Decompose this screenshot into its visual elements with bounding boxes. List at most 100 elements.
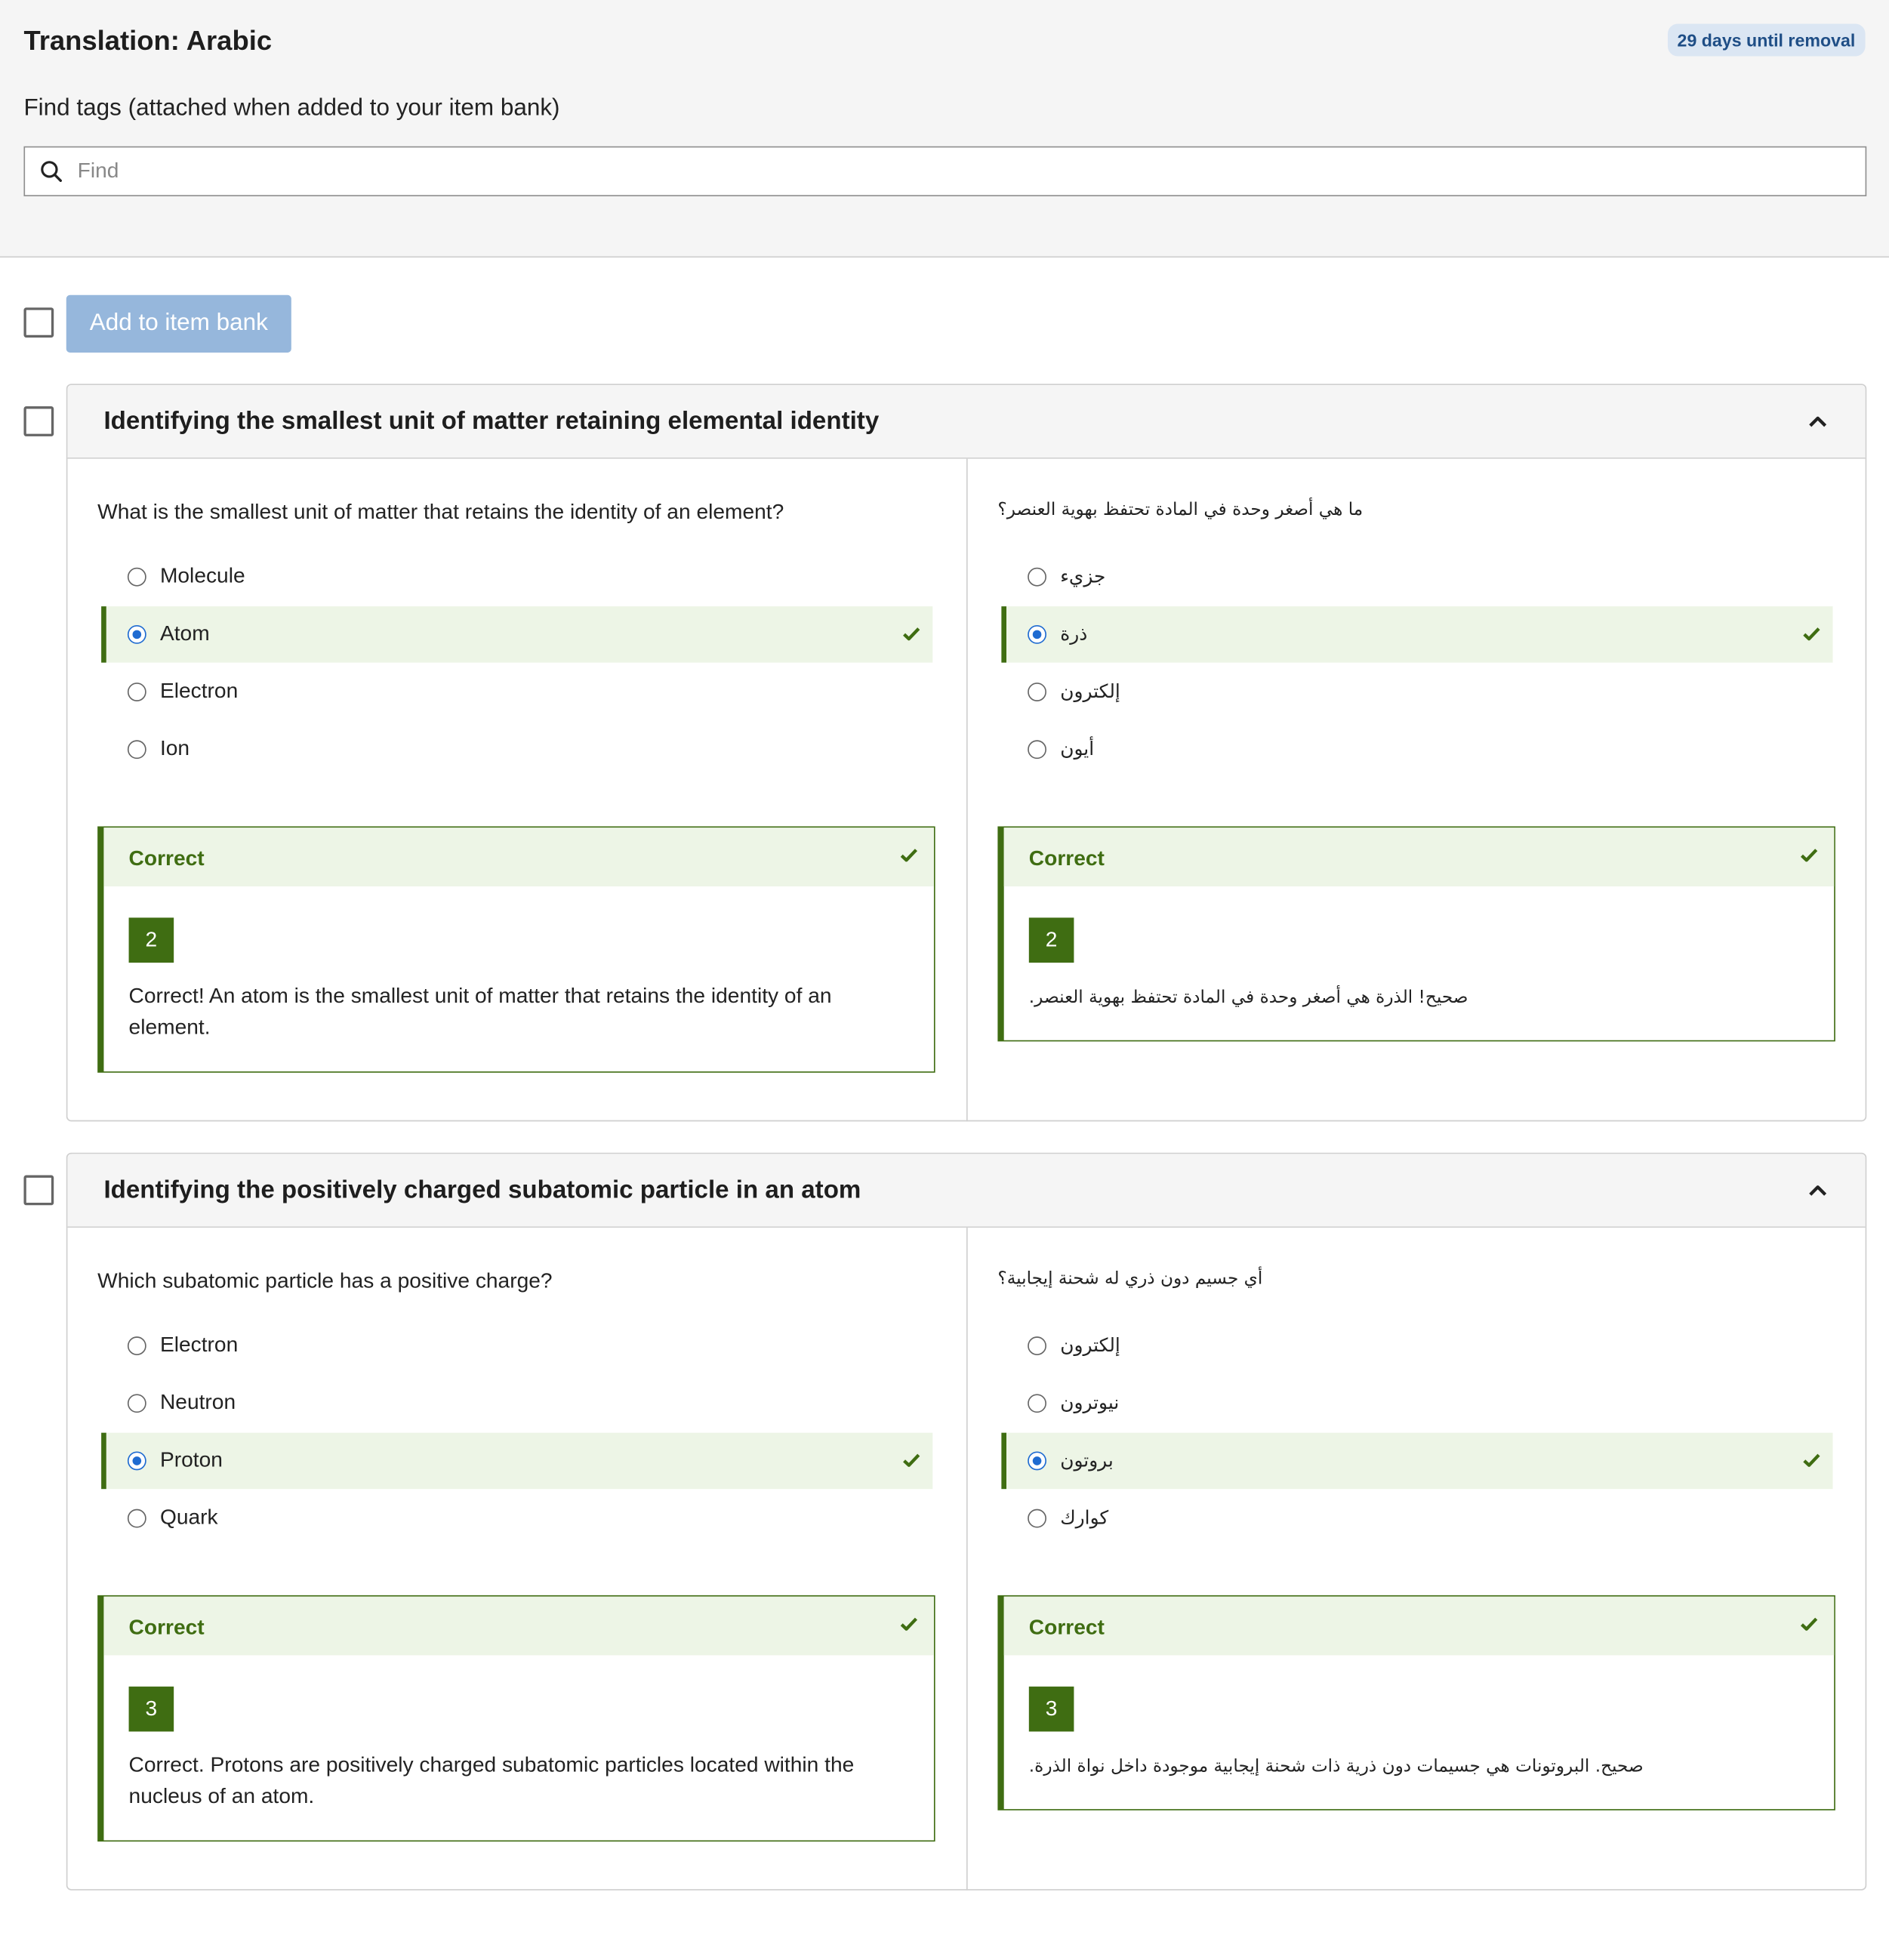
find-tags-field[interactable] — [23, 146, 1867, 196]
option-label: أيون — [1060, 737, 1095, 760]
radio-button[interactable] — [1028, 567, 1046, 587]
answer-option-correct[interactable]: ذرة — [1001, 606, 1833, 663]
chevron-up-icon[interactable] — [1807, 412, 1827, 427]
feedback-text: صحيح. البروتونات هي جسيمات دون ذرية ذات … — [1028, 1756, 1644, 1777]
checkmark-icon — [903, 625, 920, 641]
item-select-checkbox[interactable] — [23, 406, 54, 436]
item-title: Identifying the positively charged subat… — [103, 1176, 861, 1204]
option-label: Atom — [159, 621, 210, 646]
radio-button[interactable] — [1028, 1336, 1046, 1355]
radio-button[interactable] — [127, 1509, 146, 1528]
option-label: Ion — [159, 736, 190, 760]
radio-selected[interactable] — [127, 1451, 146, 1471]
radio-button[interactable] — [1028, 1509, 1046, 1528]
answer-option[interactable]: Electron — [101, 664, 932, 720]
option-label: جزيء — [1060, 565, 1106, 588]
item-header[interactable]: Identifying the smallest unit of matter … — [67, 385, 1866, 459]
radio-button[interactable] — [1028, 1394, 1046, 1413]
add-to-item-bank-button[interactable]: Add to item bank — [66, 294, 291, 353]
checkmark-icon — [903, 1451, 920, 1467]
source-column: What is the smallest unit of matter that… — [67, 459, 966, 1122]
question-text: What is the smallest unit of matter that… — [97, 500, 784, 524]
radio-button[interactable] — [1028, 740, 1046, 760]
item-header[interactable]: Identifying the positively charged subat… — [67, 1154, 1866, 1228]
header: Translation: Arabic 29 days until remova… — [0, 0, 1889, 258]
find-tags-label: Find tags (attached when added to your i… — [23, 94, 560, 122]
answer-option[interactable]: نيوترون — [1001, 1375, 1832, 1431]
option-label: كوارك — [1060, 1506, 1109, 1530]
question-text: Which subatomic particle has a positive … — [97, 1268, 553, 1293]
feedback-number-badge: 2 — [1028, 917, 1074, 963]
answer-option[interactable]: Quark — [101, 1490, 932, 1547]
answer-option[interactable]: أيون — [1001, 721, 1832, 778]
answer-option[interactable]: Ion — [101, 721, 932, 778]
option-label: Molecule — [159, 563, 245, 588]
question-text: ما هي أصغر وحدة في المادة تحتفظ بهوية ال… — [997, 500, 1364, 520]
feedback-title: Correct — [128, 846, 205, 871]
checkmark-icon — [1803, 1451, 1820, 1467]
answer-option[interactable]: Neutron — [101, 1375, 932, 1431]
option-label: إلكترون — [1060, 1333, 1120, 1357]
radio-selected[interactable] — [1028, 624, 1046, 644]
option-label: إلكترون — [1060, 680, 1120, 703]
radio-button[interactable] — [127, 1336, 146, 1355]
radio-selected[interactable] — [1028, 1451, 1046, 1471]
question-text: أي جسيم دون ذري له شحنة إيجابية؟ — [997, 1268, 1263, 1290]
feedback-number-badge: 2 — [128, 917, 174, 963]
source-column: Which subatomic particle has a positive … — [67, 1228, 966, 1891]
option-label: ذرة — [1060, 622, 1088, 646]
answer-option-correct[interactable]: بروتون — [1001, 1432, 1833, 1490]
chevron-up-icon[interactable] — [1807, 1182, 1827, 1197]
option-label: Electron — [159, 679, 239, 703]
page: Translation: Arabic 29 days until remova… — [0, 0, 1889, 1960]
radio-button[interactable] — [127, 1394, 146, 1413]
item-select-checkbox[interactable] — [23, 1175, 54, 1206]
item-columns: What is the smallest unit of matter that… — [67, 458, 1866, 1122]
answer-option[interactable]: Electron — [101, 1317, 932, 1374]
radio-button[interactable] — [127, 683, 146, 701]
item-card: Identifying the smallest unit of matter … — [66, 384, 1867, 1122]
feedback-header: Correct — [1003, 1596, 1835, 1656]
feedback-header: Correct — [103, 827, 934, 887]
answer-option[interactable]: Molecule — [101, 549, 932, 606]
checkmark-icon — [1803, 625, 1820, 641]
radio-selected[interactable] — [127, 624, 146, 644]
option-label: نيوترون — [1060, 1391, 1120, 1414]
answer-option-correct[interactable]: Proton — [101, 1432, 933, 1490]
translation-column: ما هي أصغر وحدة في المادة تحتفظ بهوية ال… — [966, 458, 1866, 1122]
answer-option[interactable]: إلكترون — [1001, 1317, 1832, 1374]
option-label: بروتون — [1060, 1449, 1114, 1472]
answer-option[interactable]: إلكترون — [1001, 664, 1832, 720]
answer-option[interactable]: كوارك — [1001, 1490, 1832, 1547]
translation-column: أي جسيم دون ذري له شحنة إيجابية؟ إلكترون ن… — [966, 1228, 1866, 1891]
bulk-actions: Add to item bank — [0, 294, 1889, 353]
feedback-panel: Correct 2 Correct! An atom is the smallest… — [97, 826, 935, 1073]
answer-option-correct[interactable]: Atom — [101, 606, 933, 663]
feedback-panel: Correct 3 صحيح. البروتونات هي جسيمات دون ذ… — [997, 1595, 1835, 1811]
radio-button[interactable] — [127, 740, 146, 760]
feedback-text: Correct. Protons are positively charged … — [128, 1752, 855, 1808]
checkmark-icon — [900, 1615, 918, 1631]
feedback-title: Correct — [1028, 1615, 1105, 1639]
radio-button[interactable] — [127, 567, 146, 587]
page-title: Translation: Arabic — [23, 25, 273, 57]
search-input[interactable] — [77, 159, 1866, 184]
checkmark-icon — [1800, 846, 1818, 862]
radio-button[interactable] — [1028, 683, 1046, 701]
feedback-title: Correct — [1028, 846, 1105, 871]
feedback-title: Correct — [128, 1615, 205, 1639]
item-columns: Which subatomic particle has a positive … — [67, 1228, 1865, 1891]
feedback-header: Correct — [1003, 827, 1835, 887]
feedback-panel: Correct 3 Correct. Protons are positively … — [97, 1595, 935, 1842]
search-icon — [25, 146, 78, 196]
item-row: Identifying the smallest unit of matter … — [0, 384, 1889, 1122]
select-all-checkbox[interactable] — [23, 307, 54, 338]
answer-option[interactable]: جزيء — [1001, 549, 1832, 606]
option-label: Electron — [159, 1333, 239, 1357]
feedback-number-badge: 3 — [128, 1686, 174, 1732]
option-label: Proton — [159, 1447, 223, 1472]
feedback-text: صحيح! الذرة هي أصغر وحدة في المادة تحتفظ… — [1028, 988, 1468, 1008]
item-title: Identifying the smallest unit of matter … — [103, 407, 880, 436]
item-card: Identifying the positively charged subat… — [66, 1152, 1867, 1891]
feedback-panel: Correct 2 صحيح! الذرة هي أصغر وحدة في الما… — [997, 826, 1835, 1042]
